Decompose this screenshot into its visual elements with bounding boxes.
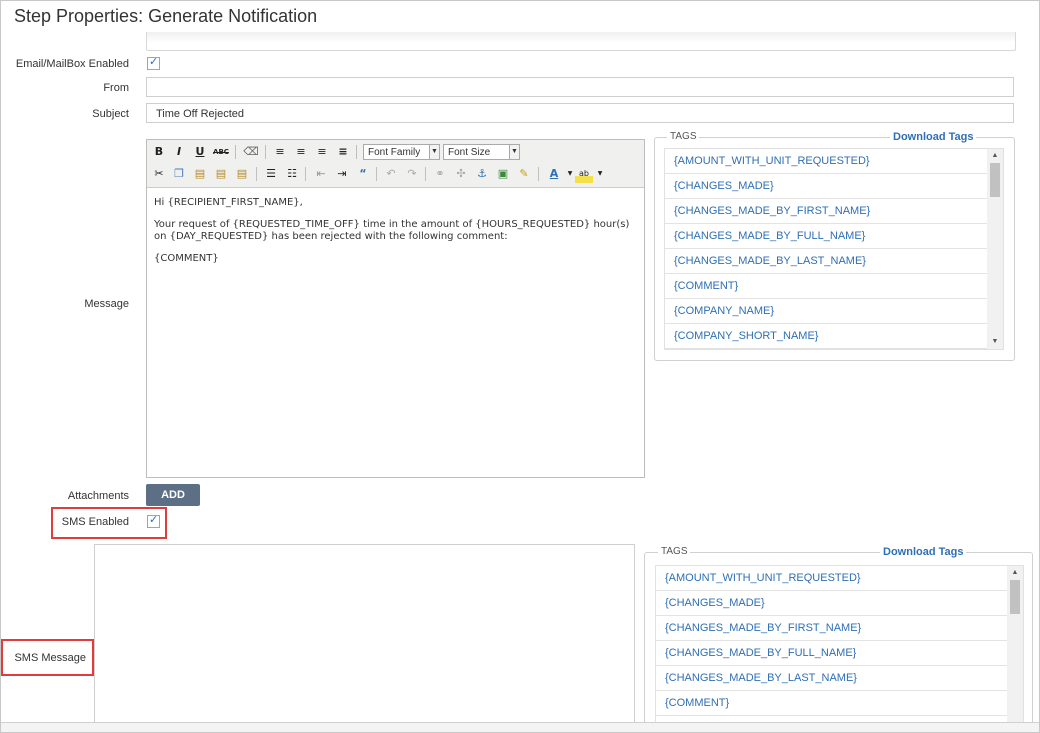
email-enabled-label: Email/MailBox Enabled: [15, 58, 129, 70]
download-tags-link[interactable]: Download Tags: [890, 131, 977, 143]
email-enabled-checkbox[interactable]: ✓: [147, 55, 160, 70]
font-family-select[interactable]: Font Family ▼: [363, 144, 440, 160]
tag-item[interactable]: {CHANGES_MADE_BY_FULL_NAME}: [656, 641, 1023, 666]
tag-item[interactable]: {CHANGES_MADE_BY_LAST_NAME}: [665, 249, 1003, 274]
scroll-up-icon[interactable]: ▲: [987, 149, 1003, 163]
outdent-icon[interactable]: ⇤: [312, 165, 330, 183]
tag-item[interactable]: {CHANGES_MADE}: [665, 174, 1003, 199]
tags-heading: TAGS: [667, 131, 700, 142]
indent-icon[interactable]: ⇥: [333, 165, 351, 183]
tag-item[interactable]: {AMOUNT_WITH_UNIT_REQUESTED}: [656, 566, 1023, 591]
toolbar-separator: [425, 167, 426, 181]
tags-panel: TAGS Download Tags {AMOUNT_WITH_UNIT_REQ…: [654, 131, 1015, 361]
image-icon[interactable]: ▣: [494, 165, 512, 183]
blockquote-icon[interactable]: “: [354, 165, 372, 183]
tag-item[interactable]: {COMMENT}: [656, 691, 1023, 716]
copy-icon[interactable]: ❐: [170, 165, 188, 183]
sms-message-label: SMS Message: [14, 652, 86, 664]
strikethrough-icon[interactable]: ABC: [212, 143, 230, 161]
bold-icon[interactable]: B: [150, 143, 168, 161]
message-label: Message: [84, 298, 129, 310]
eraser-icon[interactable]: ⌫: [242, 143, 260, 161]
toolbar-separator: [256, 167, 257, 181]
checkmark-icon: ✓: [149, 513, 159, 526]
font-family-value: Font Family: [368, 147, 421, 158]
underline-icon[interactable]: U: [191, 143, 209, 161]
sms-enabled-checkbox[interactable]: ✓: [147, 513, 160, 528]
page-title: Step Properties: Generate Notification: [14, 6, 318, 26]
toolbar-separator: [265, 145, 266, 159]
toolbar-separator: [305, 167, 306, 181]
tags-list: {AMOUNT_WITH_UNIT_REQUESTED} {CHANGES_MA…: [664, 148, 1004, 350]
bottom-bar: [1, 722, 1039, 732]
scroll-up-icon[interactable]: ▲: [1007, 566, 1023, 580]
scroll-down-icon[interactable]: ▼: [987, 335, 1003, 349]
attachments-label: Attachments: [67, 490, 129, 502]
from-input[interactable]: [146, 77, 1014, 97]
toolbar-separator: [538, 167, 539, 181]
font-size-value: Font Size: [448, 147, 491, 158]
cleanup-icon[interactable]: ✎: [515, 165, 533, 183]
message-line: Hi {RECIPIENT_FIRST_NAME},: [154, 197, 303, 208]
message-editor[interactable]: B I U ABC ⌫ ≡ ≡ ≡ ≡ Font Family ▼ Font Si…: [146, 139, 645, 478]
font-size-select[interactable]: Font Size ▼: [443, 144, 520, 160]
subject-input[interactable]: Time Off Rejected: [146, 103, 1014, 123]
chevron-down-icon: ▼: [429, 145, 439, 159]
tag-item[interactable]: {CHANGES_MADE_BY_FIRST_NAME}: [656, 616, 1023, 641]
sms-enabled-label: SMS Enabled: [61, 516, 129, 528]
sms-tags-panel: TAGS Download Tags {AMOUNT_WITH_UNIT_REQ…: [644, 546, 1033, 732]
from-label: From: [103, 82, 129, 94]
paste-text-icon[interactable]: ▤: [212, 165, 230, 183]
toolbar-separator: [356, 145, 357, 159]
redo-icon[interactable]: ↷: [403, 165, 421, 183]
scroll-thumb[interactable]: [990, 163, 1000, 197]
tags-scrollbar[interactable]: ▲ ▼: [987, 149, 1003, 349]
tags-scrollbar[interactable]: ▲: [1007, 566, 1023, 732]
unlink-icon[interactable]: ✣: [452, 165, 470, 183]
subject-label: Subject: [92, 108, 129, 120]
message-body[interactable]: Hi {RECIPIENT_FIRST_NAME}, Your request …: [147, 188, 644, 284]
step-properties-dialog: Step Properties: Generate Notification E…: [0, 0, 1040, 733]
tag-item[interactable]: {CHANGES_MADE_BY_LAST_NAME}: [656, 666, 1023, 691]
tag-item[interactable]: {CHANGES_MADE}: [656, 591, 1023, 616]
paste-icon[interactable]: ▤: [191, 165, 209, 183]
cut-icon[interactable]: ✂: [150, 165, 168, 183]
tag-item[interactable]: {COMMENT}: [665, 274, 1003, 299]
anchor-icon[interactable]: ⚓: [473, 165, 491, 183]
chevron-down-icon[interactable]: ▼: [591, 165, 609, 183]
tag-item[interactable]: {AMOUNT_WITH_UNIT_REQUESTED}: [665, 149, 1003, 174]
italic-icon[interactable]: I: [170, 143, 188, 161]
download-tags-link[interactable]: Download Tags: [880, 546, 967, 558]
checkmark-icon: ✓: [149, 55, 159, 68]
justify-icon[interactable]: ≡: [334, 143, 352, 161]
link-icon[interactable]: ⚭: [431, 165, 449, 183]
paste-word-icon[interactable]: ▤: [233, 165, 251, 183]
toolbar-separator: [376, 167, 377, 181]
tags-list: {AMOUNT_WITH_UNIT_REQUESTED} {CHANGES_MA…: [655, 565, 1024, 732]
align-right-icon[interactable]: ≡: [313, 143, 331, 161]
tags-heading: TAGS: [658, 546, 691, 557]
editor-toolbar: B I U ABC ⌫ ≡ ≡ ≡ ≡ Font Family ▼ Font Si…: [147, 140, 644, 188]
bullet-list-icon[interactable]: ☰: [262, 165, 280, 183]
sms-message-input[interactable]: [94, 544, 635, 732]
tag-item[interactable]: {COMPANY_SHORT_NAME}: [665, 324, 1003, 349]
message-line: Your request of {REQUESTED_TIME_OFF} tim…: [154, 219, 630, 242]
numbered-list-icon[interactable]: ☷: [283, 165, 301, 183]
add-attachment-button[interactable]: ADD: [146, 484, 200, 506]
chevron-down-icon: ▼: [509, 145, 519, 159]
tag-item[interactable]: {COMPANY_NAME}: [665, 299, 1003, 324]
toolbar-separator: [235, 145, 236, 159]
align-center-icon[interactable]: ≡: [292, 143, 310, 161]
undo-icon[interactable]: ↶: [382, 165, 400, 183]
tag-item[interactable]: {CHANGES_MADE_BY_FULL_NAME}: [665, 224, 1003, 249]
align-left-icon[interactable]: ≡: [271, 143, 289, 161]
scroll-thumb[interactable]: [1010, 580, 1020, 614]
message-line: {COMMENT}: [154, 253, 219, 264]
tag-item[interactable]: {CHANGES_MADE_BY_FIRST_NAME}: [665, 199, 1003, 224]
section-divider: [146, 32, 1016, 51]
